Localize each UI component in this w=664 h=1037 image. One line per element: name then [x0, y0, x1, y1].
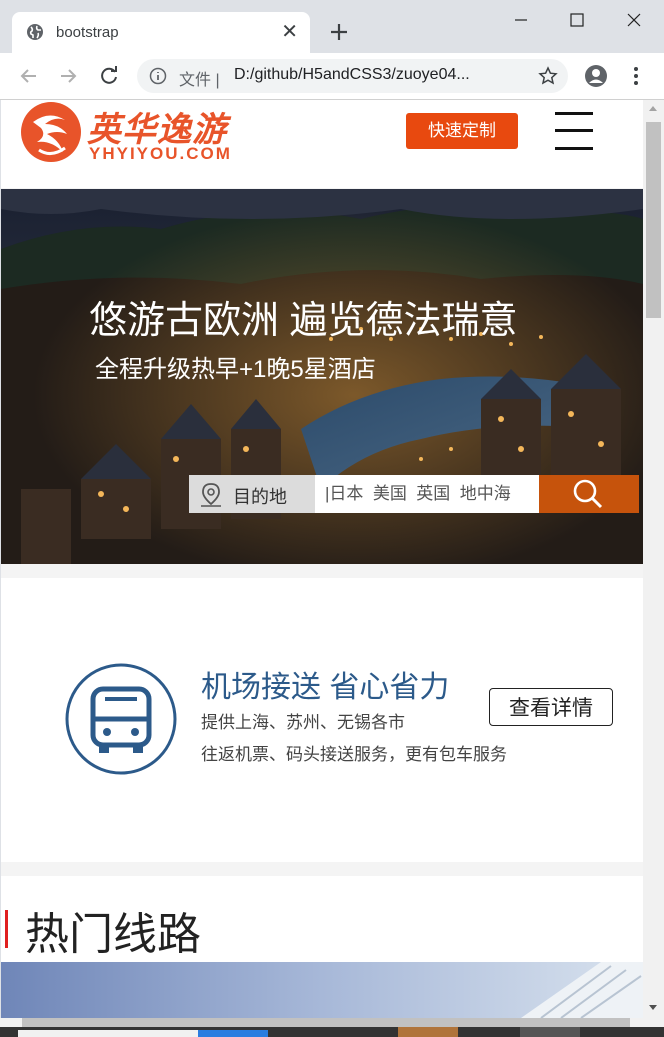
- taskbar-item: [18, 1030, 198, 1037]
- taskbar-item: [398, 1027, 458, 1037]
- browser-tab[interactable]: bootstrap ✕: [12, 12, 310, 53]
- scroll-up-icon[interactable]: [649, 106, 657, 111]
- destination-selector[interactable]: 目的地: [189, 475, 315, 513]
- airport-transfer-section: 机场接送 省心省力 提供上海、苏州、无锡各市 往返机票、码头接送服务，更有包车服…: [1, 578, 643, 862]
- taskbar-item: [198, 1030, 268, 1037]
- url-text[interactable]: D:/github/H5andCSS3/zuoye04...: [234, 66, 470, 84]
- globe-icon: [27, 24, 43, 40]
- hot-routes-section: 热门线路: [1, 876, 643, 1018]
- service-title: 机场接送 省心省力: [201, 671, 450, 704]
- hamburger-menu-icon[interactable]: [555, 112, 593, 150]
- hero-subtitle: 全程升级热早+1晚5星酒店: [95, 356, 376, 383]
- address-bar[interactable]: 文件 | D:/github/H5andCSS3/zuoye04...: [137, 59, 568, 93]
- vertical-scrollbar[interactable]: [643, 100, 664, 1018]
- service-description-line2: 往返机票、码头接送服务，更有包车服务: [201, 745, 507, 764]
- vertical-scroll-thumb[interactable]: [646, 122, 661, 318]
- destination-search-bar: 目的地: [189, 475, 639, 513]
- taskbar-strip: [0, 1027, 664, 1037]
- hero-title: 悠游古欧洲 遍览德法瑞意: [89, 300, 518, 342]
- new-tab-icon[interactable]: [326, 19, 352, 45]
- route-banner-image[interactable]: [1, 962, 643, 1018]
- destination-label: 目的地: [233, 487, 287, 507]
- back-arrow-icon[interactable]: [16, 63, 42, 89]
- bookmark-star-icon[interactable]: [538, 66, 558, 86]
- hot-routes-title: 热门线路: [25, 910, 201, 959]
- scheme-label: 文件 |: [179, 72, 220, 89]
- tab-close-icon[interactable]: ✕: [281, 21, 298, 43]
- view-details-button[interactable]: 查看详情: [489, 688, 613, 726]
- maximize-icon[interactable]: [562, 8, 592, 32]
- horizontal-scroll-thumb[interactable]: [22, 1018, 630, 1027]
- service-description-line1: 提供上海、苏州、无锡各市: [201, 713, 405, 732]
- reload-icon[interactable]: [96, 63, 122, 89]
- taskbar-item: [520, 1027, 580, 1037]
- scroll-down-icon[interactable]: [649, 1005, 657, 1010]
- hero-banner: 悠游古欧洲 遍览德法瑞意 全程升级热早+1晚5星酒店 目的地: [1, 189, 643, 564]
- browser-toolbar: 文件 | D:/github/H5andCSS3/zuoye04...: [0, 53, 664, 100]
- logo-domain: YHYIYOU.COM: [89, 144, 232, 163]
- search-icon: [573, 479, 603, 509]
- profile-avatar-icon[interactable]: [584, 64, 608, 88]
- destination-search-input[interactable]: [315, 475, 539, 513]
- minimize-icon[interactable]: [506, 8, 536, 32]
- bus-icon: [65, 663, 177, 775]
- logo-swirl-icon[interactable]: [19, 100, 83, 164]
- quick-customize-button[interactable]: 快速定制: [406, 113, 518, 149]
- search-button[interactable]: [539, 475, 639, 513]
- section-accent-bar: [5, 910, 8, 948]
- forward-arrow-icon[interactable]: [55, 63, 81, 89]
- close-window-icon[interactable]: [619, 8, 649, 32]
- browser-titlebar: bootstrap ✕: [0, 0, 664, 53]
- tab-title: bootstrap: [56, 24, 119, 41]
- page-viewport: 英华逸游 YHYIYOU.COM 快速定制 悠游古欧洲 遍览德法瑞意 全程升级热…: [1, 100, 643, 1018]
- browser-menu-icon[interactable]: [626, 64, 646, 88]
- site-header: 英华逸游 YHYIYOU.COM 快速定制: [1, 100, 643, 188]
- location-pin-icon: [201, 483, 221, 507]
- info-icon[interactable]: [149, 67, 167, 85]
